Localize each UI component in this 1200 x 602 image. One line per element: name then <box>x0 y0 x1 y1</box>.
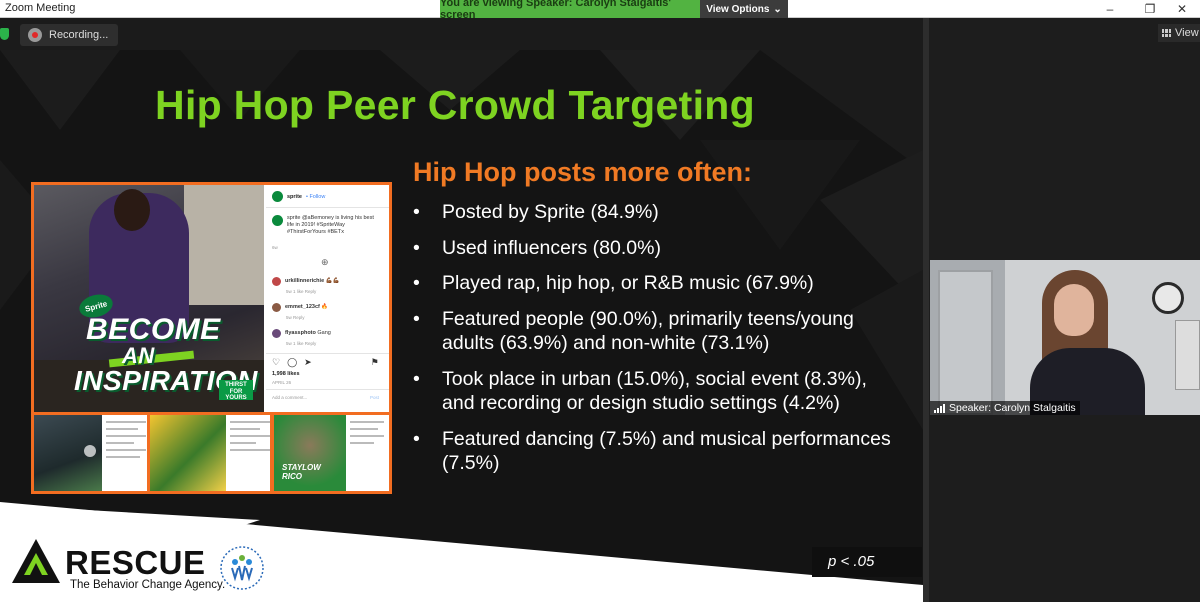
wall-clock <box>1152 282 1184 314</box>
post-button: Post <box>370 395 380 400</box>
shield-icon[interactable] <box>0 28 9 40</box>
load-more-icon: ⊕ <box>321 257 329 267</box>
speaker-name: Speaker: Carolyn Stalgaitis <box>949 402 1076 414</box>
comment-user: urkillinnerichie <box>285 278 325 284</box>
comment-text: 💪🏾💪🏾 <box>325 278 340 284</box>
minimize-icon[interactable]: – <box>1092 0 1128 18</box>
comment-meta: 5w 1 like Reply <box>286 289 317 294</box>
instagram-post: Sprite BECOME AN INSPIRATION THIRST FOR … <box>34 185 389 412</box>
thirst-badge: THIRST FOR YOURS <box>219 380 253 401</box>
grid-view-icon <box>1162 29 1171 37</box>
close-icon[interactable]: ✕ <box>1164 0 1200 18</box>
meeting-toolbar: Recording... <box>0 18 925 50</box>
finding-item: Featured dancing (7.5%) and musical perf… <box>413 427 893 476</box>
finding-item: Featured people (90.0%), primarily teens… <box>413 307 893 356</box>
view-options-button[interactable]: View Options ⌄ <box>700 0 788 18</box>
promo-line-1: BECOME <box>86 313 221 346</box>
post-thumbnails: STAYLOW RICO <box>34 415 389 491</box>
chevron-down-icon: ⌄ <box>773 3 782 15</box>
sprite-avatar <box>272 191 283 202</box>
post-photo: Sprite BECOME AN INSPIRATION THIRST FOR … <box>34 185 264 412</box>
slide-title: Hip Hop Peer Crowd Targeting <box>155 82 755 128</box>
view-label: View <box>1175 27 1199 39</box>
comment-user: flyassphoto <box>285 330 316 336</box>
post-caption: sprite @aBemoney is living his best life… <box>287 215 374 235</box>
signal-bars-icon <box>934 403 945 413</box>
post-date: APRIL 26 <box>272 380 292 385</box>
finding-item: Played rap, hip hop, or R&B music (67.9%… <box>413 271 893 296</box>
comment-text: 🔥 <box>321 304 329 310</box>
comment-meta: 5w 1 like Reply <box>286 341 317 346</box>
recording-label: Recording... <box>49 29 109 41</box>
finding-item: Used influencers (80.0%) <box>413 236 893 261</box>
screen-share-banner: You are viewing Speaker: Carolyn Stalgai… <box>440 0 788 21</box>
add-comment-field: Add a comment... <box>272 395 308 400</box>
thumbnail-1 <box>34 415 147 491</box>
comment-user: emmet_123cf <box>285 304 320 310</box>
viewing-message: You are viewing Speaker: Carolyn Stalgai… <box>440 0 672 21</box>
record-icon <box>28 28 42 42</box>
vfhy-logo <box>220 546 264 590</box>
view-button[interactable]: View <box>1158 24 1200 42</box>
speaker-name-label: Speaker: Carolyn Stalgaitis <box>930 401 1080 415</box>
rescue-tagline: The Behavior Change Agency. <box>70 579 226 591</box>
finding-item: Posted by Sprite (84.9%) <box>413 200 893 225</box>
follow-link: • Follow <box>305 193 326 200</box>
findings-list: Posted by Sprite (84.9%) Used influencer… <box>413 200 893 487</box>
finding-item: Took place in urban (15.0%), social even… <box>413 367 893 416</box>
post-comments-panel: sprite • Follow sprite @aBemoney is livi… <box>266 185 389 412</box>
likes-count: 1,998 likes <box>272 371 300 377</box>
speaker-video[interactable] <box>930 260 1200 415</box>
window-titlebar: Zoom Meeting You are viewing Speaker: Ca… <box>0 0 1200 21</box>
recording-indicator[interactable]: Recording... <box>20 24 118 46</box>
slide-subheading: Hip Hop posts more often: <box>413 157 752 187</box>
thumbnail-2 <box>150 415 270 491</box>
shared-slide: Hip Hop Peer Crowd Targeting Sprite BECO… <box>0 50 923 602</box>
rescue-wordmark: RESCUE <box>65 544 206 581</box>
account-name: sprite <box>287 193 302 200</box>
share-icon[interactable]: ➤ <box>304 357 312 368</box>
thumbnail-3: STAYLOW RICO <box>274 415 389 491</box>
rescue-logo-mark <box>12 539 60 583</box>
maximize-icon[interactable]: ❐ <box>1132 0 1168 18</box>
comment-text: Gang <box>317 330 331 336</box>
view-options-label: View Options <box>706 3 770 15</box>
window-title: Zoom Meeting <box>5 2 76 14</box>
play-icon <box>84 445 96 457</box>
thumbnail-caption: STAYLOW RICO <box>282 463 321 481</box>
speaker-figure <box>1030 270 1145 415</box>
comment-meta: 5w Reply <box>286 315 305 320</box>
bookmark-icon[interactable]: ⚑ <box>371 357 379 368</box>
heart-icon[interactable]: ♡ <box>272 357 280 368</box>
comment-icon[interactable]: ◯ <box>287 357 297 368</box>
instagram-collage: Sprite BECOME AN INSPIRATION THIRST FOR … <box>31 182 392 494</box>
p-value: p < .05 <box>828 553 875 570</box>
